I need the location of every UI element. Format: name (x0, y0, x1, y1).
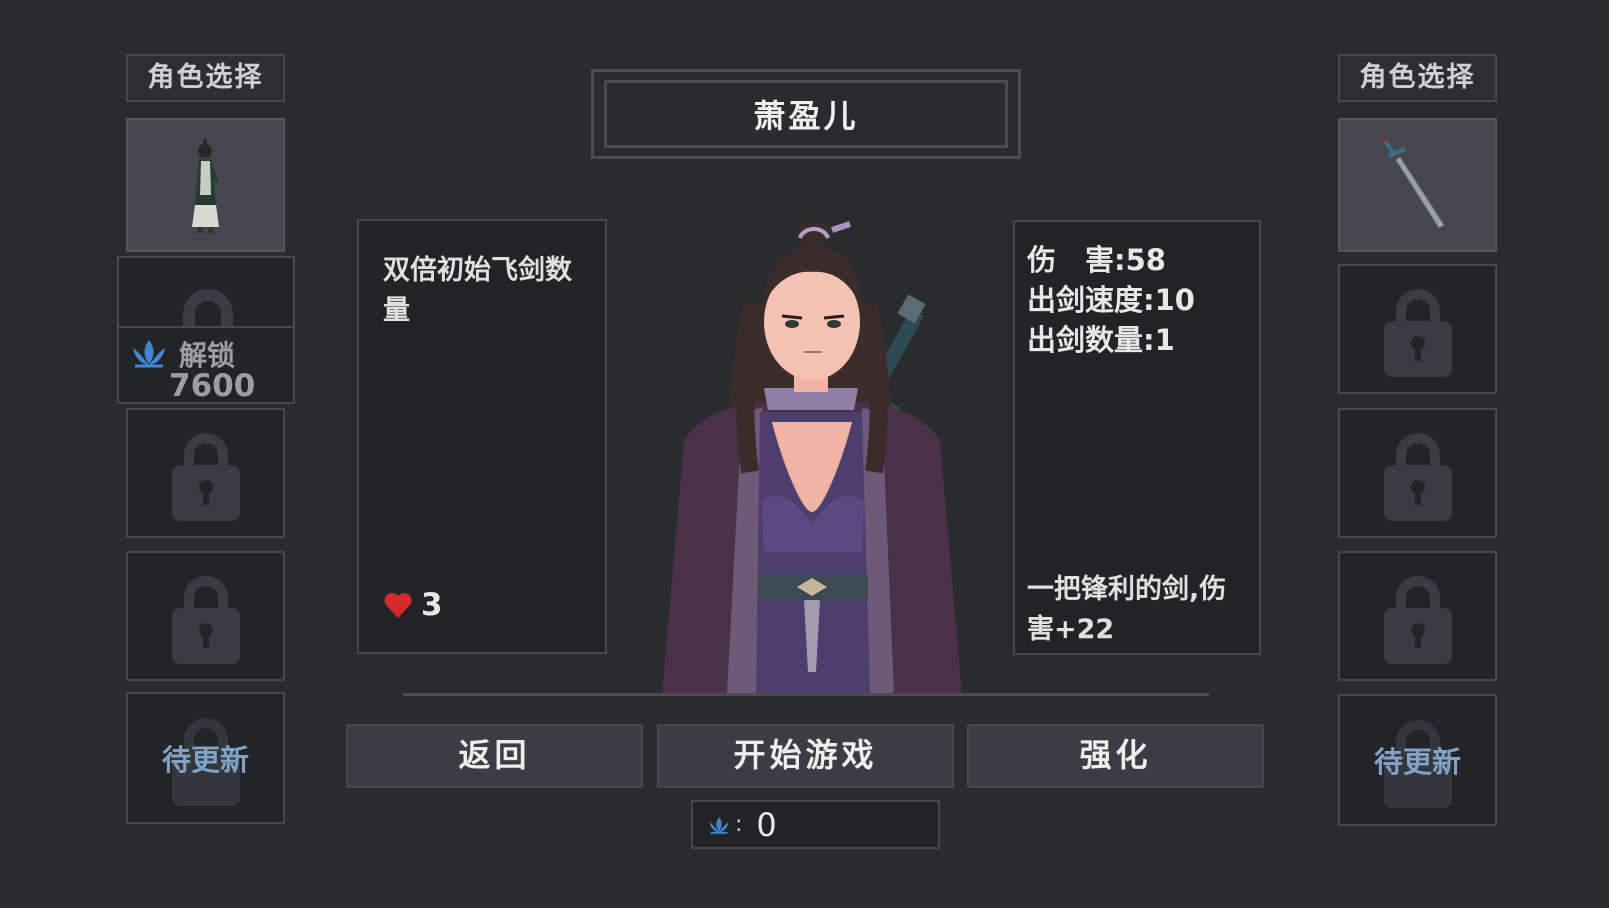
weapon-stats-panel: 伤 害:58 出剑速度:10 出剑数量:1 一把锋利的剑,伤害+22 (1013, 220, 1261, 655)
sword-icon (1380, 136, 1445, 229)
character-hearts: 3 (383, 587, 443, 623)
lock-icon (171, 433, 240, 521)
upgrade-button[interactable]: 强化 (967, 724, 1264, 788)
damage-value: 58 (1125, 243, 1166, 277)
currency-display: : 0 (691, 800, 940, 849)
count-stat: 出剑数量:1 (1027, 320, 1195, 360)
character-slot-locked[interactable] (126, 408, 285, 538)
weapon-slot-locked[interactable] (1338, 264, 1497, 394)
count-value: 1 (1154, 323, 1175, 357)
count-label: 出剑数量: (1027, 323, 1155, 357)
character-name-frame: 萧盈儿 (591, 69, 1021, 159)
lock-icon (1383, 433, 1452, 521)
currency-separator: : (735, 812, 743, 837)
hearts-count: 3 (421, 587, 443, 623)
weapon-slot-locked[interactable] (1338, 408, 1497, 538)
left-section-label: 角色选择 (126, 54, 285, 102)
character-skill-text: 双倍初始飞剑数量 (383, 255, 572, 326)
weapon-slot-selected[interactable] (1338, 118, 1497, 252)
right-section-label: 角色选择 (1338, 54, 1497, 102)
character-thumbnail (191, 139, 219, 233)
weapon-description: 一把锋利的剑,伤害+22 (1027, 574, 1227, 645)
speed-stat: 出剑速度:10 (1027, 280, 1195, 320)
lotus-icon (709, 816, 729, 834)
damage-label: 伤 害: (1027, 243, 1126, 277)
character-skill-panel: 双倍初始飞剑数量 3 (357, 219, 607, 654)
character-portrait (662, 221, 962, 694)
unlock-cost: 7600 (169, 368, 256, 404)
coming-soon-label: 待更新 (161, 743, 249, 777)
currency-amount: 0 (756, 805, 777, 844)
character-slot-coming-soon: 待更新 (126, 692, 285, 824)
speed-label: 出剑速度: (1027, 283, 1155, 317)
lock-icon (171, 576, 240, 664)
heart-icon (384, 593, 412, 618)
lotus-icon (133, 340, 165, 368)
speed-value: 10 (1154, 283, 1195, 317)
coming-soon-label: 待更新 (1373, 745, 1461, 779)
character-slot-locked[interactable] (126, 551, 285, 681)
start-game-button[interactable]: 开始游戏 (657, 724, 954, 788)
lock-icon (1383, 289, 1452, 377)
character-slot-unlockable[interactable]: 解锁 7600 (117, 256, 295, 404)
character-slot-selected[interactable] (126, 118, 285, 252)
character-name: 萧盈儿 (604, 80, 1008, 148)
divider (403, 693, 1209, 696)
weapon-slot-locked[interactable] (1338, 551, 1497, 681)
weapon-slot-coming-soon: 待更新 (1338, 694, 1497, 826)
back-button[interactable]: 返回 (346, 724, 643, 788)
lock-icon (1383, 576, 1452, 664)
damage-stat: 伤 害:58 (1027, 240, 1195, 280)
unlock-overlay: 解锁 7600 (119, 326, 293, 402)
